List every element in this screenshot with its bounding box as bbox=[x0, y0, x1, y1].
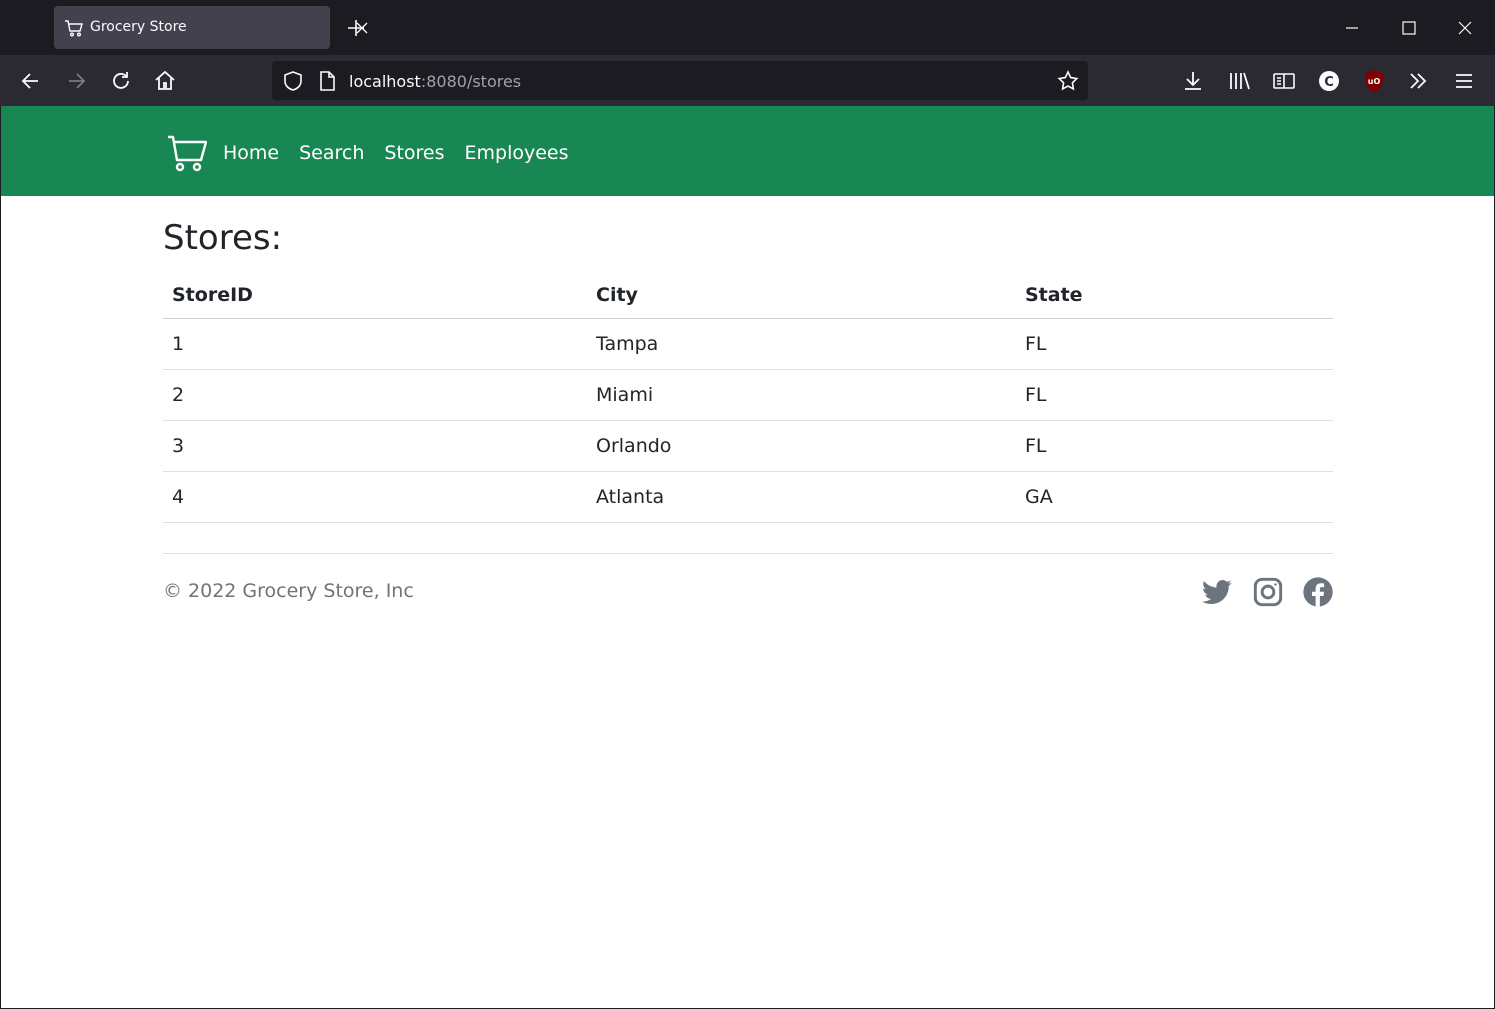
web-page: Home Search Stores Employees Stores: Sto… bbox=[1, 106, 1494, 1008]
shopping-cart-icon bbox=[65, 20, 83, 37]
cell-city: Orlando bbox=[587, 420, 1016, 472]
forward-icon[interactable] bbox=[63, 68, 89, 94]
nav-link-employees[interactable]: Employees bbox=[465, 142, 569, 164]
table-header-row: StoreID City State bbox=[163, 272, 1333, 319]
table-row: 4 Atlanta GA bbox=[163, 471, 1333, 523]
cell-city: Miami bbox=[587, 369, 1016, 421]
plus-icon[interactable] bbox=[344, 16, 368, 40]
url-host: localhost bbox=[349, 72, 421, 91]
nav-link-search[interactable]: Search bbox=[299, 142, 364, 164]
download-icon[interactable] bbox=[1180, 68, 1206, 94]
browser-tab[interactable]: Grocery Store bbox=[54, 6, 368, 49]
instagram-icon[interactable] bbox=[1252, 576, 1284, 608]
cell-state: GA bbox=[1016, 471, 1333, 523]
back-icon[interactable] bbox=[18, 68, 44, 94]
window-close-icon[interactable] bbox=[1453, 16, 1477, 40]
nav-link-home[interactable]: Home bbox=[223, 142, 279, 164]
svg-text:C: C bbox=[1324, 75, 1334, 90]
ublock-icon[interactable]: uO bbox=[1361, 68, 1387, 94]
bookmark-star-icon[interactable] bbox=[1056, 69, 1080, 93]
library-icon[interactable] bbox=[1226, 68, 1252, 94]
cell-state: FL bbox=[1016, 318, 1333, 370]
copyright-text: © 2022 Grocery Store, Inc bbox=[163, 580, 414, 602]
cell-storeid: 1 bbox=[163, 318, 587, 370]
browser-tab-bar: Grocery Store bbox=[0, 0, 1495, 55]
cell-state: FL bbox=[1016, 369, 1333, 421]
cell-city: Atlanta bbox=[587, 471, 1016, 523]
cell-city: Tampa bbox=[587, 318, 1016, 370]
table-row: 2 Miami FL bbox=[163, 369, 1333, 421]
cell-storeid: 3 bbox=[163, 420, 587, 472]
extension-c-icon[interactable]: C bbox=[1316, 68, 1342, 94]
shopping-cart-icon[interactable] bbox=[167, 133, 207, 173]
cell-state: FL bbox=[1016, 420, 1333, 472]
menu-icon[interactable] bbox=[1451, 68, 1477, 94]
stores-table: StoreID City State 1 Tampa FL 2 Miami FL… bbox=[163, 272, 1333, 523]
twitter-icon[interactable] bbox=[1201, 576, 1233, 608]
footer-divider bbox=[163, 553, 1333, 554]
column-header-state: State bbox=[1016, 272, 1333, 319]
page-title: Stores: bbox=[163, 218, 283, 258]
shield-icon[interactable] bbox=[282, 70, 304, 92]
nav-link-stores[interactable]: Stores bbox=[384, 142, 444, 164]
column-header-storeid: StoreID bbox=[163, 272, 587, 319]
url-text[interactable]: localhost:8080/stores bbox=[349, 72, 521, 91]
minimize-icon[interactable] bbox=[1340, 16, 1364, 40]
reader-view-icon[interactable] bbox=[1271, 68, 1297, 94]
home-icon[interactable] bbox=[152, 68, 178, 94]
reload-icon[interactable] bbox=[108, 68, 134, 94]
cell-storeid: 4 bbox=[163, 471, 587, 523]
cell-storeid: 2 bbox=[163, 369, 587, 421]
table-row: 3 Orlando FL bbox=[163, 420, 1333, 472]
browser-toolbar: localhost:8080/stores C uO bbox=[0, 55, 1495, 106]
column-header-city: City bbox=[587, 272, 1016, 319]
site-nav: Home Search Stores Employees bbox=[223, 142, 589, 164]
facebook-icon[interactable] bbox=[1302, 576, 1334, 608]
url-path: :8080/stores bbox=[420, 72, 522, 91]
table-row: 1 Tampa FL bbox=[163, 318, 1333, 370]
site-header: Home Search Stores Employees bbox=[1, 106, 1494, 196]
overflow-chevrons-icon[interactable] bbox=[1405, 68, 1431, 94]
svg-text:uO: uO bbox=[1368, 77, 1381, 86]
url-bar[interactable]: localhost:8080/stores bbox=[272, 61, 1088, 100]
tab-title: Grocery Store bbox=[90, 19, 187, 35]
maximize-icon[interactable] bbox=[1397, 16, 1421, 40]
page-icon[interactable] bbox=[317, 70, 337, 92]
